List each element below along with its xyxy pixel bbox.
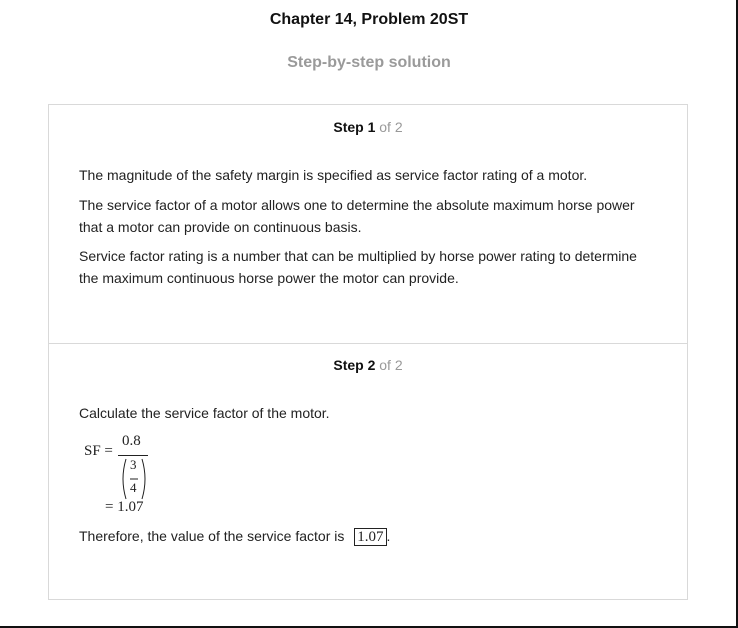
fraction-bar [118, 455, 148, 456]
step-label: Step 1 [333, 119, 376, 135]
equation-result: = 1.07 [105, 499, 144, 515]
step-1-section: Step 1 of 2 The magnitude of the safety … [49, 105, 687, 344]
inner-denominator: 4 [130, 480, 137, 495]
step-1-paragraph-1: The magnitude of the safety margin is sp… [79, 167, 588, 183]
step-1-paragraph-2: The service factor of a motor allows one… [79, 197, 635, 235]
step-2-header: Step 2 of 2 [49, 357, 687, 373]
step-count: of 2 [375, 119, 403, 135]
conclusion-text: Therefore, the value of the service fact… [79, 528, 345, 544]
solution-card: Step 1 of 2 The magnitude of the safety … [48, 104, 688, 600]
step-1-header: Step 1 of 2 [49, 119, 687, 135]
inner-numerator: 3 [130, 457, 137, 472]
equation-numerator: 0.8 [122, 433, 141, 449]
step-1-paragraph-3: Service factor rating is a number that c… [79, 248, 637, 286]
step-count: of 2 [375, 357, 403, 373]
step-label: Step 2 [333, 357, 376, 373]
step-2-intro: Calculate the service factor of the moto… [79, 405, 330, 421]
equation-lhs: SF = [84, 443, 113, 459]
conclusion-period: . [386, 528, 391, 544]
page-subtitle: Step-by-step solution [287, 54, 451, 71]
page-title: Chapter 14, Problem 20ST [269, 11, 469, 28]
step-2-section: Step 2 of 2 Calculate the service factor… [49, 343, 687, 599]
step-2-conclusion: Therefore, the value of the service fact… [79, 525, 659, 548]
boxed-answer: 1.07 [354, 528, 387, 546]
